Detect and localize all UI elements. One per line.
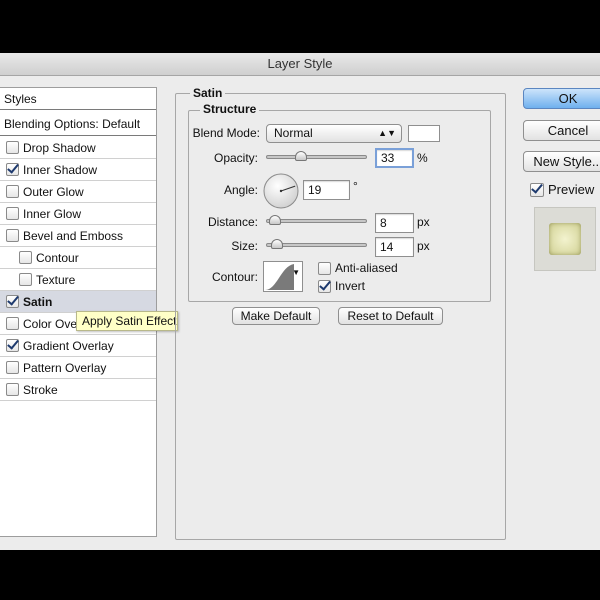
style-item-contour[interactable]: Contour <box>0 247 156 269</box>
style-item-label: Bevel and Emboss <box>23 228 124 243</box>
style-item-label: Drop Shadow <box>23 140 96 155</box>
size-slider-thumb[interactable] <box>271 239 284 249</box>
style-item-checkbox[interactable] <box>6 295 19 308</box>
reset-to-default-button[interactable]: Reset to Default <box>338 307 443 325</box>
anti-aliased-checkbox[interactable]: Anti-aliased <box>318 261 398 275</box>
style-item-inner-glow[interactable]: Inner Glow <box>0 203 156 225</box>
contour-curve-icon <box>265 264 294 290</box>
anti-aliased-checkbox-box[interactable] <box>318 261 331 275</box>
distance-unit: px <box>417 215 430 229</box>
style-item-label: Inner Glow <box>23 206 82 221</box>
tooltip: Apply Satin Effect <box>76 311 178 331</box>
style-item-pattern-overlay[interactable]: Pattern Overlay <box>0 357 156 379</box>
style-item-checkbox[interactable] <box>6 317 19 330</box>
angle-input[interactable]: 19 <box>303 180 350 200</box>
opacity-label: Opacity: <box>213 151 258 165</box>
style-item-checkbox[interactable] <box>6 207 19 220</box>
blending-options-label: Blending Options: Default <box>4 117 141 131</box>
style-item-drop-shadow[interactable]: Drop Shadow <box>0 137 156 159</box>
angle-unit: ° <box>353 179 358 193</box>
satin-title: Satin <box>190 86 226 100</box>
style-item-label: Stroke <box>23 382 58 397</box>
opacity-slider-track[interactable] <box>266 155 367 159</box>
angle-dial[interactable] <box>262 172 300 210</box>
opacity-unit: % <box>417 151 428 165</box>
satin-color-swatch[interactable] <box>408 125 440 142</box>
style-item-stroke[interactable]: Stroke <box>0 379 156 401</box>
blend-mode-value: Normal <box>274 126 313 140</box>
style-item-checkbox[interactable] <box>6 229 19 242</box>
preview-swatch <box>549 223 581 255</box>
style-item-checkbox[interactable] <box>6 383 19 396</box>
style-item-label: Pattern Overlay <box>23 360 107 375</box>
anti-aliased-label: Anti-aliased <box>335 261 398 275</box>
make-default-button[interactable]: Make Default <box>232 307 320 325</box>
angle-label: Angle: <box>223 183 258 197</box>
contour-label: Contour: <box>211 270 258 284</box>
style-item-checkbox[interactable] <box>6 361 19 374</box>
style-item-inner-shadow[interactable]: Inner Shadow <box>0 159 156 181</box>
new-style-button[interactable]: New Style... <box>523 151 600 172</box>
style-item-label: Contour <box>36 250 79 265</box>
preview-label: Preview <box>548 182 595 197</box>
structure-title: Structure <box>200 102 260 116</box>
blend-mode-label: Blend Mode: <box>192 126 260 140</box>
distance-slider-track[interactable] <box>266 219 367 223</box>
distance-slider-thumb[interactable] <box>268 215 281 225</box>
updown-arrows-icon: ▲▼ <box>378 128 396 138</box>
style-item-outer-glow[interactable]: Outer Glow <box>0 181 156 203</box>
distance-input[interactable]: 8 <box>375 213 414 233</box>
opacity-input[interactable]: 33 <box>375 148 414 168</box>
style-item-satin[interactable]: Satin <box>0 291 156 313</box>
chevron-down-icon: ▼ <box>292 268 300 277</box>
style-item-gradient-overlay[interactable]: Gradient Overlay <box>0 335 156 357</box>
styles-header-label: Styles <box>4 91 37 106</box>
preview-checkbox[interactable]: Preview <box>530 182 594 197</box>
blend-mode-select[interactable]: Normal ▲▼ <box>266 124 402 143</box>
style-item-checkbox[interactable] <box>6 141 19 154</box>
style-item-bevel-and-emboss[interactable]: Bevel and Emboss <box>0 225 156 247</box>
style-item-label: Satin <box>23 294 53 309</box>
contour-picker[interactable]: ▼ <box>263 261 303 292</box>
invert-checkbox-box[interactable] <box>318 279 331 293</box>
invert-checkbox[interactable]: Invert <box>318 279 365 293</box>
size-input[interactable]: 14 <box>375 237 414 257</box>
blending-options-row[interactable]: Blending Options: Default <box>0 113 156 136</box>
layer-style-dialog: Layer Style Styles Blending Options: Def… <box>0 53 600 550</box>
window-title: Layer Style <box>0 53 600 76</box>
style-item-checkbox[interactable] <box>19 273 32 286</box>
style-item-checkbox[interactable] <box>6 339 19 352</box>
style-preview-thumbnail <box>534 207 596 271</box>
style-item-label: Inner Shadow <box>23 162 98 177</box>
distance-label: Distance: <box>207 215 258 229</box>
style-item-checkbox[interactable] <box>19 251 32 264</box>
opacity-slider-thumb[interactable] <box>295 151 308 161</box>
ok-button[interactable]: OK <box>523 88 600 109</box>
preview-checkbox-box[interactable] <box>530 182 544 197</box>
style-item-label: Gradient Overlay <box>23 338 114 353</box>
style-item-checkbox[interactable] <box>6 163 19 176</box>
style-item-texture[interactable]: Texture <box>0 269 156 291</box>
cancel-button[interactable]: Cancel <box>523 120 600 141</box>
style-item-checkbox[interactable] <box>6 185 19 198</box>
size-label: Size: <box>231 239 258 253</box>
invert-label: Invert <box>335 279 366 293</box>
style-item-label: Outer Glow <box>23 184 84 199</box>
style-item-label: Texture <box>36 272 76 287</box>
size-unit: px <box>417 239 430 253</box>
styles-header[interactable]: Styles <box>0 88 156 110</box>
